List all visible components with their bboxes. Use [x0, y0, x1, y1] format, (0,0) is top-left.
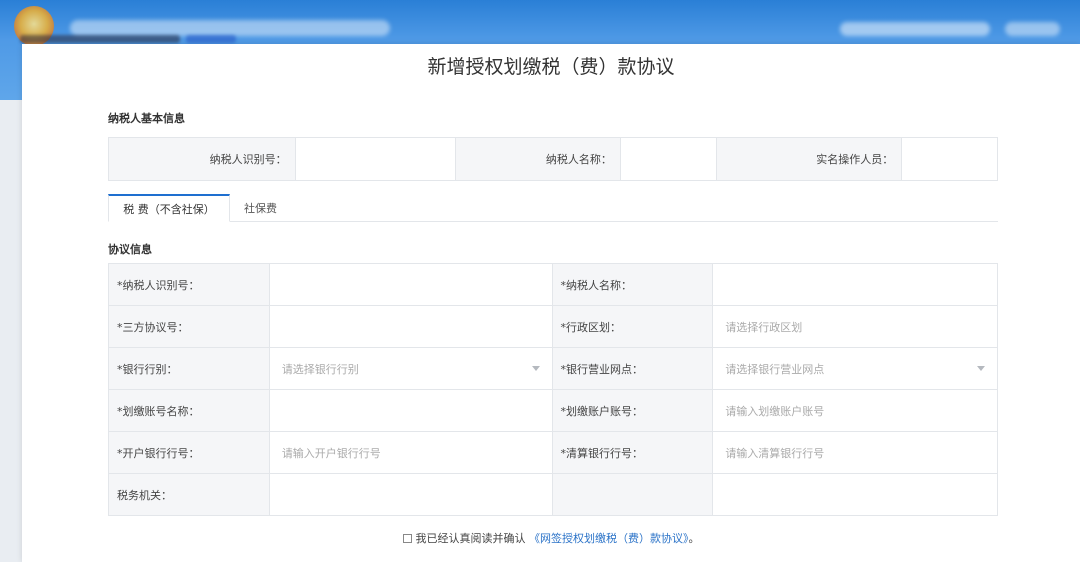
form-row: *开户银行行号： 请输入开户银行行号 *清算银行行号： 请输入清算银行行号	[109, 432, 998, 474]
clearing-bank-code-input[interactable]: 请输入清算银行行号	[713, 432, 998, 474]
account-name-input[interactable]	[269, 390, 553, 432]
basic-info-title: 纳税人基本信息	[108, 112, 185, 125]
bank-branch-label: *银行营业网点：	[552, 348, 714, 390]
tab-tax-fee[interactable]: 税 费（不含社保）	[108, 194, 230, 222]
admin-region-select[interactable]: 请选择行政区划	[713, 306, 998, 348]
chevron-down-icon[interactable]	[531, 366, 540, 371]
agreement-form: *纳税人识别号： *纳税人名称： *三方协议号： *行政区划： 请选择行政区划 …	[108, 263, 998, 516]
admin-region-placeholder: 请选择行政区划	[725, 320, 803, 334]
page-title: 新增授权划缴税（费）款协议	[427, 56, 675, 78]
header-link-blurred	[1005, 22, 1060, 36]
empty-value-cell	[713, 474, 998, 516]
taxpayer-id-input[interactable]	[269, 264, 553, 306]
taxpayer-id-label: 纳税人识别号：	[109, 138, 295, 180]
breadcrumb-link-blurred[interactable]	[186, 35, 236, 43]
bank-branch-placeholder: 请选择银行营业网点	[725, 362, 825, 376]
taxpayer-name-label: 纳税人名称：	[456, 138, 620, 180]
bank-type-placeholder: 请选择银行行别	[281, 362, 359, 376]
confirm-prefix: 我已经认真阅读并确认	[415, 532, 526, 545]
taxpayer-name-input[interactable]	[713, 264, 998, 306]
empty-label-cell	[552, 474, 714, 516]
chevron-down-icon[interactable]	[977, 366, 985, 371]
tax-authority-input[interactable]	[269, 474, 553, 516]
agreement-panel: 新增授权划缴税（费）款协议 纳税人基本信息 纳税人识别号： 纳税人名称： 实名操…	[22, 44, 1080, 562]
bank-type-select[interactable]: 请选择银行行别	[269, 348, 553, 390]
taxpayer-id-value	[294, 138, 457, 180]
fee-type-tabs: 税 费（不含社保） 社保费	[108, 194, 998, 222]
admin-region-label: *行政区划：	[552, 306, 714, 348]
site-title-blurred	[70, 20, 390, 36]
form-row: 税务机关：	[109, 474, 998, 516]
form-row: *三方协议号： *行政区划： 请选择行政区划	[109, 306, 998, 348]
bank-type-label: *银行行别：	[109, 348, 270, 390]
opening-bank-code-placeholder: 请输入开户银行行号	[281, 446, 381, 460]
tax-authority-label: 税务机关：	[109, 474, 270, 516]
confirm-suffix: 。	[688, 532, 700, 545]
form-row: *纳税人识别号： *纳税人名称：	[109, 264, 998, 306]
account-number-input[interactable]: 请输入划缴账户账号	[713, 390, 998, 432]
opening-bank-code-label: *开户银行行号：	[109, 432, 270, 474]
form-row: *划缴账号名称： *划缴账户账号： 请输入划缴账户账号	[109, 390, 998, 432]
taxpayer-name-value	[619, 138, 716, 180]
account-number-placeholder: 请输入划缴账户账号	[725, 404, 825, 418]
taxpayer-id-field-label: *纳税人识别号：	[109, 264, 270, 306]
account-name-label: *划缴账号名称：	[109, 390, 270, 432]
clearing-bank-code-label: *清算银行行号：	[552, 432, 714, 474]
agreement-link[interactable]: 《网签授权划缴税（费）款协议》	[529, 532, 689, 545]
opening-bank-code-input[interactable]: 请输入开户银行行号	[269, 432, 553, 474]
confirm-agreement: 我已经认真阅读并确认 《网签授权划缴税（费）款协议》。	[22, 530, 1080, 546]
clearing-bank-code-placeholder: 请输入清算银行行号	[725, 446, 825, 460]
operator-label: 实名操作人员：	[715, 138, 902, 180]
taxpayer-name-field-label: *纳税人名称：	[552, 264, 714, 306]
agreement-info-title: 协议信息	[108, 243, 152, 256]
operator-value	[901, 138, 998, 180]
bank-branch-select[interactable]: 请选择银行营业网点	[713, 348, 998, 390]
tab-social-insurance[interactable]: 社保费	[230, 194, 291, 222]
basic-info-row: 纳税人识别号： 纳税人名称： 实名操作人员：	[108, 137, 998, 181]
tripartite-agreement-input[interactable]	[269, 306, 553, 348]
form-row: *银行行别： 请选择银行行别 *银行营业网点： 请选择银行营业网点	[109, 348, 998, 390]
account-number-label: *划缴账户账号：	[552, 390, 714, 432]
confirm-checkbox[interactable]	[402, 534, 412, 543]
breadcrumb-text-blurred	[20, 35, 180, 43]
user-info-blurred	[840, 22, 990, 36]
tripartite-agreement-label: *三方协议号：	[109, 306, 270, 348]
